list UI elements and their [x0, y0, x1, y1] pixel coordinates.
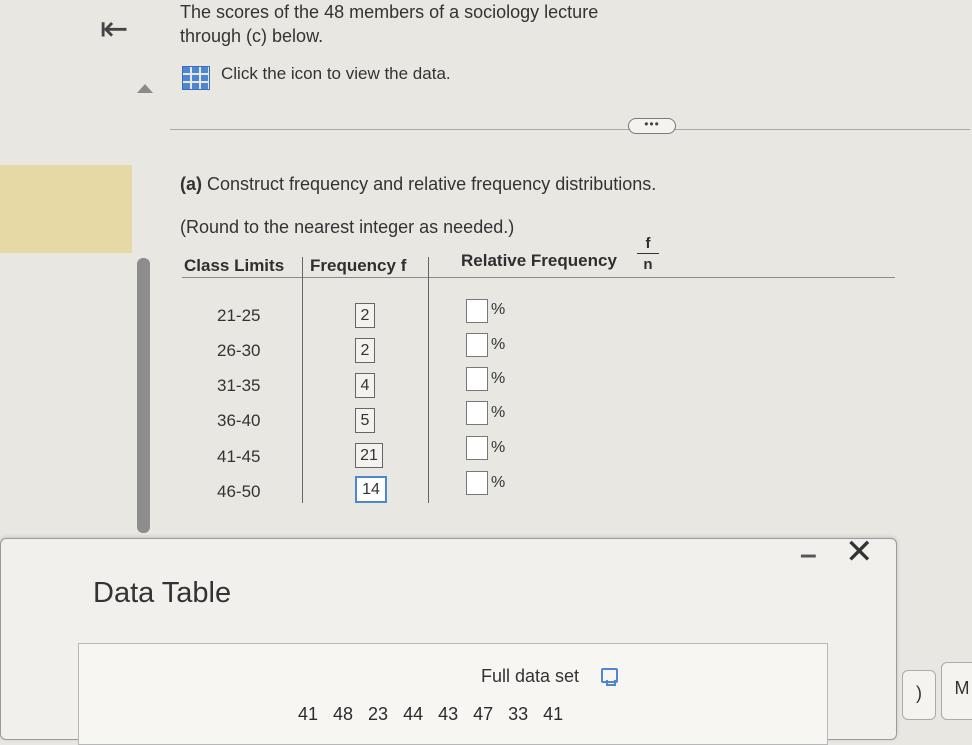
relative-frequency-input[interactable] — [466, 367, 488, 391]
question-intro: The scores of the 48 members of a sociol… — [180, 0, 598, 48]
header-class-limits: Class Limits — [184, 256, 285, 275]
side-tab[interactable]: M — [941, 662, 972, 720]
class-limit-cell: 21-25 — [217, 306, 261, 325]
dialog-title: Data Table — [93, 577, 232, 609]
frequency-input[interactable]: 2 — [355, 303, 375, 328]
percent-sign: % — [491, 474, 506, 491]
fraction-numerator: f — [645, 235, 651, 252]
percent-sign: % — [491, 404, 506, 421]
header-relative-frequency: Relative Frequency — [461, 251, 617, 270]
class-limit-cell: 31-35 — [217, 376, 261, 395]
part-a-label: (a) — [180, 174, 202, 194]
view-data-label: Click the icon to view the data. — [221, 64, 451, 83]
fraction-f-over-n: f n — [637, 235, 659, 273]
relative-frequency-input[interactable] — [466, 299, 488, 323]
data-table-icon[interactable] — [182, 66, 210, 90]
percent-sign: % — [491, 336, 506, 353]
minimize-button[interactable]: – — [800, 538, 817, 572]
data-panel — [78, 643, 828, 745]
frequency-input[interactable]: 5 — [355, 408, 375, 433]
relative-frequency-input[interactable] — [466, 401, 488, 425]
percent-sign: % — [491, 301, 506, 318]
frequency-input-active[interactable]: 14 — [355, 476, 387, 503]
class-limit-cell: 36-40 — [217, 411, 261, 430]
table-column-divider — [302, 257, 303, 503]
relative-frequency-input[interactable] — [466, 333, 488, 357]
header-frequency: Frequency f — [310, 256, 407, 275]
class-limit-cell: 46-50 — [217, 482, 261, 501]
data-values-row: 41 48 23 44 43 47 33 41 — [298, 704, 564, 724]
relative-frequency-input[interactable] — [466, 436, 488, 460]
side-tab[interactable]: ) — [902, 670, 936, 720]
intro-line-2: through (c) below. — [180, 26, 324, 46]
more-button[interactable]: ••• — [628, 118, 676, 134]
question-highlight-band — [0, 165, 132, 253]
divider — [170, 129, 970, 130]
scrollbar[interactable] — [137, 258, 150, 533]
table-header-rule — [182, 277, 895, 278]
percent-sign: % — [491, 439, 506, 456]
relative-frequency-input[interactable] — [466, 471, 488, 495]
percent-sign: % — [491, 370, 506, 387]
part-a-text: Construct frequency and relative frequen… — [207, 174, 657, 194]
fraction-bar — [637, 253, 659, 254]
part-a-prompt: (a) Construct frequency and relative fre… — [180, 174, 656, 195]
frequency-input[interactable]: 4 — [355, 373, 375, 398]
class-limit-cell: 41-45 — [217, 447, 261, 466]
back-arrow-icon[interactable]: ⇤ — [100, 12, 129, 46]
round-note: (Round to the nearest integer as needed.… — [180, 217, 515, 237]
fraction-denominator: n — [643, 256, 653, 273]
table-column-divider — [428, 257, 429, 503]
copy-icon[interactable] — [601, 668, 618, 686]
intro-line-1: The scores of the 48 members of a sociol… — [180, 2, 599, 22]
frequency-input[interactable]: 21 — [355, 443, 383, 468]
collapse-triangle-icon[interactable] — [137, 84, 153, 93]
class-limit-cell: 26-30 — [217, 341, 261, 360]
full-data-set-link[interactable]: Full data set — [481, 666, 579, 687]
close-button[interactable]: ✕ — [845, 532, 874, 572]
frequency-input[interactable]: 2 — [355, 338, 375, 363]
